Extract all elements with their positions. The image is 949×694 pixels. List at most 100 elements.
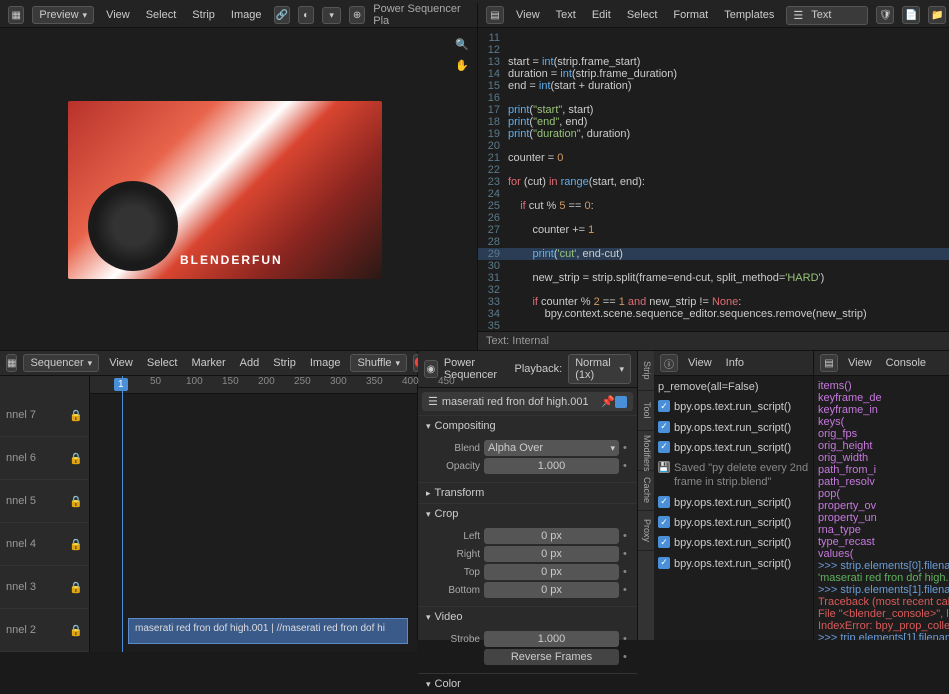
seq-menu-add[interactable]: Add <box>236 355 264 371</box>
check-icon: ✓ <box>658 557 670 569</box>
playhead-frame[interactable]: 1 <box>114 378 128 391</box>
menu-format[interactable]: Format <box>669 7 712 23</box>
sequencer-editor-icon[interactable]: ▦ <box>6 354 17 372</box>
transform-panel[interactable]: ▸Transform <box>418 483 637 503</box>
menu-image[interactable]: Image <box>227 7 266 23</box>
crop-bottom[interactable]: 0 px <box>484 582 619 598</box>
shield-icon[interactable]: 🛡 <box>876 6 894 24</box>
sequencer-addon: Power Sequencer Pla <box>373 3 469 27</box>
check-icon: ✓ <box>658 536 670 548</box>
strip-name-field[interactable]: ☰maserati red fron dof high.001 📌 <box>422 392 633 411</box>
console-view[interactable]: View <box>844 355 876 371</box>
python-console[interactable]: items()keyframe_dekeyframe_inkeys(orig_f… <box>814 376 949 640</box>
info-info[interactable]: Info <box>722 355 748 371</box>
timeline-ruler[interactable]: 50100150200250300350400450 <box>90 376 417 394</box>
crop-left-label: Left <box>426 531 480 542</box>
video-strip[interactable]: maserati red fron dof high.001 | //maser… <box>128 618 408 644</box>
crop-right-label: Right <box>426 549 480 560</box>
menu-view-r[interactable]: View <box>512 7 544 23</box>
channel-3[interactable]: nnel 3 🔒 <box>0 566 89 609</box>
open-text-icon[interactable]: 📁 <box>928 6 946 24</box>
keyframe-icon[interactable]: 📌 <box>601 395 615 408</box>
menu-edit[interactable]: Edit <box>588 7 615 23</box>
editor-type-icon[interactable]: ▦ <box>8 6 24 24</box>
top-header: ▦ Preview ▾ View Select Strip Image 🔗 ◐ … <box>0 3 949 28</box>
channel-5[interactable]: nnel 5 🔒 <box>0 480 89 523</box>
gizmo-icon[interactable]: ⊕ <box>349 6 365 24</box>
text-editor-icon[interactable]: ▤ <box>486 6 504 24</box>
menu-templates[interactable]: Templates <box>720 7 778 23</box>
info-editor-icon[interactable]: ⓘ <box>660 354 678 372</box>
code-area[interactable]: 111213start = int(strip.frame_start)14du… <box>478 28 949 331</box>
text-editor-area: 111213start = int(strip.frame_start)14du… <box>478 28 949 350</box>
timeline[interactable]: 50100150200250300350400450 1 maserati re… <box>90 376 417 652</box>
magnify-icon[interactable]: 🔍 <box>455 38 469 51</box>
playhead[interactable] <box>122 376 123 652</box>
save-icon: 💾 <box>658 461 670 473</box>
playback-label: Playback: <box>515 363 563 375</box>
channel-dropdown[interactable]: ▾ <box>322 7 341 24</box>
link-icon[interactable]: 🔗 <box>274 6 290 24</box>
preview-viewport[interactable]: 🔍 ✋ BLENDERFUN <box>0 28 478 350</box>
vtab-cache[interactable]: Cache <box>638 471 654 511</box>
text-datablock[interactable]: ☰ Text <box>786 6 868 25</box>
check-icon: ✓ <box>658 400 670 412</box>
blend-dropdown[interactable]: Alpha Over▾ <box>484 440 619 456</box>
opacity-field[interactable]: 1.000 <box>484 458 619 474</box>
watermark: BLENDERFUN <box>180 253 283 267</box>
menu-strip[interactable]: Strip <box>188 7 219 23</box>
channel-7[interactable]: nnel 7 🔒 <box>0 394 89 437</box>
side-tabs: Strip Tool Modifiers Cache Proxy <box>638 351 654 640</box>
crop-right[interactable]: 0 px <box>484 546 619 562</box>
check-icon: ✓ <box>658 441 670 453</box>
new-text-icon[interactable]: 📄 <box>902 6 920 24</box>
vtab-strip[interactable]: Strip <box>638 351 654 391</box>
console-editor-icon[interactable]: ▤ <box>820 354 838 372</box>
video-panel[interactable]: ▾Video <box>418 607 637 627</box>
reverse-frames[interactable]: Reverse Frames <box>484 649 619 665</box>
crop-top[interactable]: 0 px <box>484 564 619 580</box>
check-icon: ✓ <box>658 516 670 528</box>
props-editor-icon[interactable]: ◉ <box>424 360 438 378</box>
strip-toggle[interactable] <box>615 396 627 408</box>
channel-2[interactable]: nnel 2 🔒 <box>0 609 89 652</box>
strobe-field[interactable]: 1.000 <box>484 631 619 647</box>
menu-select-r[interactable]: Select <box>623 7 662 23</box>
hand-icon[interactable]: ✋ <box>455 59 469 72</box>
playback-speed[interactable]: Normal (1x) ▾ <box>568 354 631 384</box>
compositing-panel[interactable]: ▾Compositing <box>418 416 637 436</box>
color-panel[interactable]: ▾Color <box>418 674 637 694</box>
channel-4[interactable]: nnel 4 🔒 <box>0 523 89 566</box>
strobe-label: Strobe <box>426 634 480 645</box>
vtab-proxy[interactable]: Proxy <box>638 511 654 551</box>
channel-list: nnel 7 🔒 nnel 6 🔒 nnel 5 🔒 nnel 4 🔒 nnel… <box>0 376 90 652</box>
check-icon: ✓ <box>658 421 670 433</box>
vtab-tool[interactable]: Tool <box>638 391 654 431</box>
crop-bottom-label: Bottom <box>426 585 480 596</box>
seq-menu-marker[interactable]: Marker <box>187 355 229 371</box>
info-view[interactable]: View <box>684 355 716 371</box>
text-status: Text: Internal <box>478 331 949 350</box>
crop-left[interactable]: 0 px <box>484 528 619 544</box>
crop-top-label: Top <box>426 567 480 578</box>
menu-text[interactable]: Text <box>552 7 580 23</box>
seq-menu-select[interactable]: Select <box>143 355 182 371</box>
menu-select[interactable]: Select <box>142 7 181 23</box>
menu-view[interactable]: View <box>102 7 134 23</box>
info-log[interactable]: p_remove(all=False) ✓bpy.ops.text.run_sc… <box>654 376 813 640</box>
preview-mode-dropdown[interactable]: Preview ▾ <box>32 6 94 24</box>
shuffle-dropdown[interactable]: Shuffle ▾ <box>350 354 407 372</box>
opacity-label: Opacity <box>426 461 480 472</box>
check-icon: ✓ <box>658 496 670 508</box>
preview-frame: BLENDERFUN <box>68 101 382 279</box>
seq-menu-view[interactable]: View <box>105 355 137 371</box>
sequencer-mode[interactable]: Sequencer ▾ <box>23 354 99 372</box>
vtab-modifiers[interactable]: Modifiers <box>638 431 654 471</box>
blend-label: Blend <box>426 443 480 454</box>
seq-menu-strip[interactable]: Strip <box>269 355 300 371</box>
overlay-icon[interactable]: ◐ <box>298 6 314 24</box>
seq-menu-image[interactable]: Image <box>306 355 345 371</box>
console-console[interactable]: Console <box>882 355 930 371</box>
crop-panel[interactable]: ▾Crop <box>418 504 637 524</box>
channel-6[interactable]: nnel 6 🔒 <box>0 437 89 480</box>
